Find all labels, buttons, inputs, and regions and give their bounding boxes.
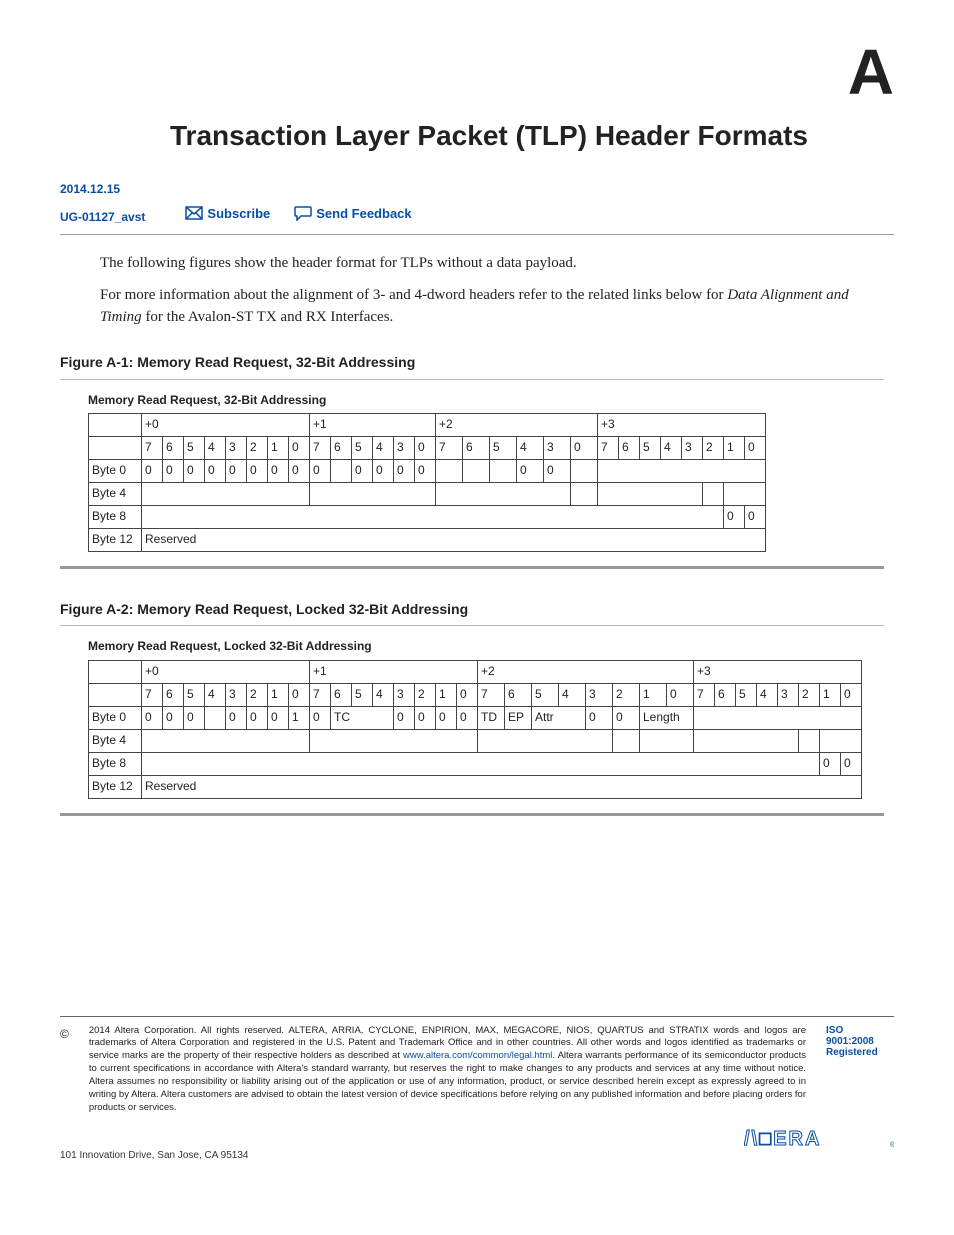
date: 2014.12.15 xyxy=(60,182,894,196)
tlp-table-2: +0 +1 +2 +3 76543210 76543210 76543210 7… xyxy=(88,660,862,799)
intro-1: The following figures show the header fo… xyxy=(100,253,884,275)
page-title: Transaction Layer Packet (TLP) Header Fo… xyxy=(170,120,808,152)
altera-logo: /\□ERA ® xyxy=(744,1120,894,1161)
address: 101 Innovation Drive, San Jose, CA 95134 xyxy=(60,1150,248,1161)
figure-a1-label: Figure A-1: Memory Read Request, 32-Bit … xyxy=(60,352,884,372)
ug-code: UG-01127_avst xyxy=(60,210,145,224)
tlp-table-1: +0 +1 +2 +3 76543210 765430 765430 76543… xyxy=(88,413,766,552)
legal-text: 2014 Altera Corporation. All rights rese… xyxy=(89,1025,806,1115)
envelope-icon xyxy=(185,206,203,220)
feedback-link[interactable]: Send Feedback xyxy=(294,205,411,221)
header-rule xyxy=(60,234,894,235)
footer: © 2014 Altera Corporation. All rights re… xyxy=(60,1016,894,1115)
appendix-letter: A xyxy=(848,40,894,104)
figure-a2-caption: Memory Read Request, Locked 32-Bit Addre… xyxy=(88,638,884,655)
legal-link[interactable]: www.altera.com/common/legal.html xyxy=(403,1050,552,1061)
iso-badge: ISO 9001:2008 Registered xyxy=(826,1025,894,1058)
intro-2: For more information about the alignment… xyxy=(100,285,884,329)
svg-text:®: ® xyxy=(890,1141,894,1149)
speech-bubble-icon xyxy=(294,205,312,221)
subscribe-link[interactable]: Subscribe xyxy=(185,206,270,221)
figure-a1-caption: Memory Read Request, 32-Bit Addressing xyxy=(88,392,884,409)
svg-text:/\□ERA: /\□ERA xyxy=(744,1128,821,1150)
figure-a2-label: Figure A-2: Memory Read Request, Locked … xyxy=(60,599,884,619)
